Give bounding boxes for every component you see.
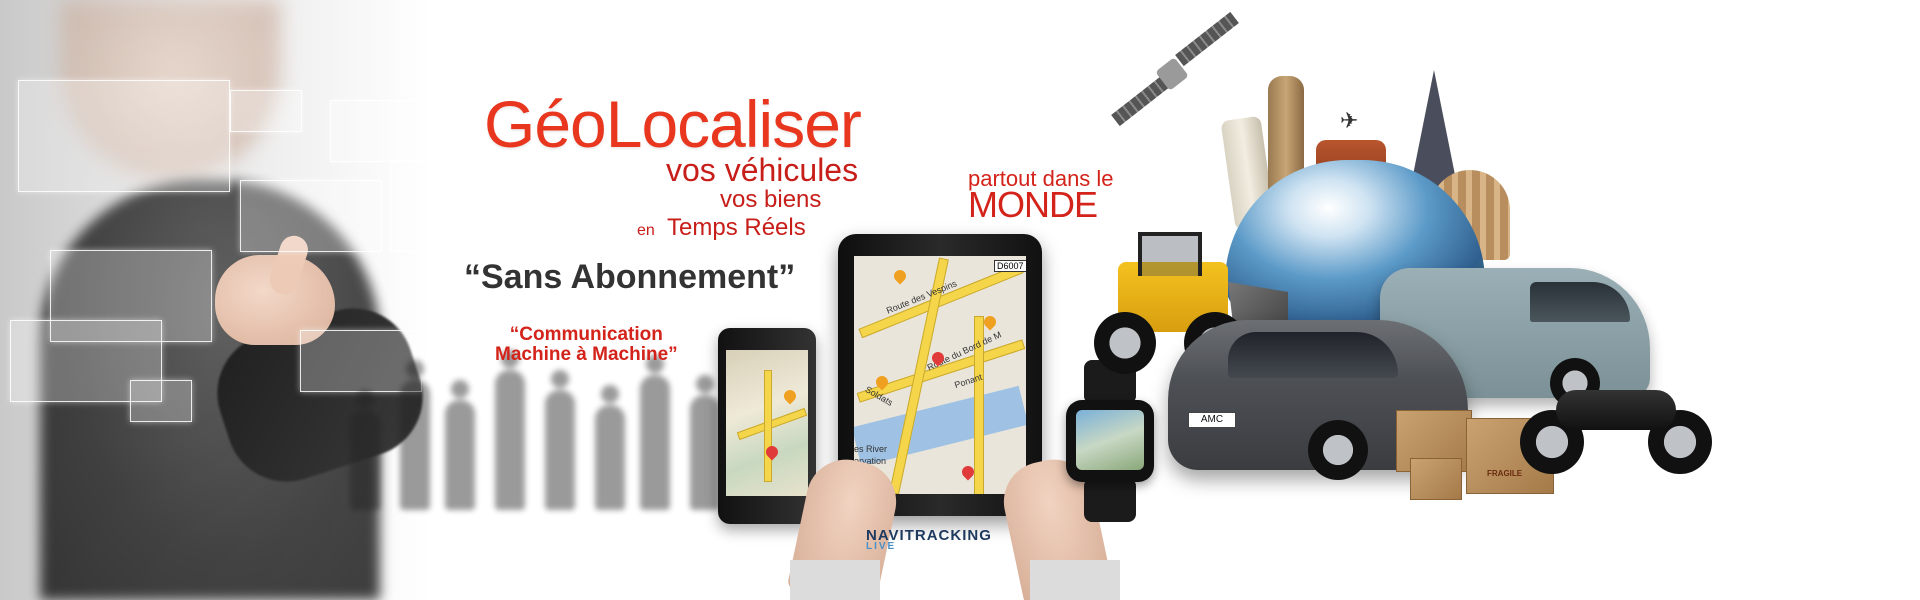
map-road	[764, 370, 772, 482]
watch-face	[1066, 400, 1154, 482]
slogan-no-subscription: “Sans Abonnement”	[464, 258, 796, 296]
tablet-map-screen: D6007 Route des Vespins Route du Bord de…	[854, 256, 1026, 494]
glass-panel	[240, 180, 382, 252]
license-plate: AMC	[1188, 412, 1236, 428]
person-silhouette	[400, 360, 430, 510]
fragile-label: FRAGILE	[1487, 469, 1523, 478]
watch-strap	[1084, 478, 1136, 522]
person-silhouette	[350, 390, 380, 510]
glass-panel	[130, 380, 192, 422]
loader-cab	[1138, 232, 1202, 276]
smartwatch	[1062, 360, 1158, 522]
navitracking-logo-sub: LIVE	[866, 541, 897, 552]
person-silhouette	[495, 350, 525, 510]
headline-realtime: Temps Réels	[667, 214, 806, 241]
parcel-box	[1410, 458, 1462, 500]
headline-realtime-prefix: en	[637, 222, 655, 239]
van-window	[1530, 282, 1630, 322]
glass-panel	[18, 80, 230, 192]
satellite-icon	[1100, 10, 1250, 130]
worldwide-line-2: MONDE	[968, 184, 1098, 225]
hero-banner: GéoLocaliser vos véhicules vos biens en …	[0, 0, 1920, 600]
car-wheel	[1308, 420, 1368, 480]
glass-panel	[390, 160, 572, 252]
watch-map-screen	[1076, 410, 1144, 470]
moto-body	[1556, 390, 1676, 430]
person-silhouette	[445, 380, 475, 510]
headline-vehicles: vos véhicules	[666, 152, 859, 188]
person-silhouette	[690, 375, 720, 510]
motorcycle	[1520, 360, 1720, 480]
map-label: es River	[854, 444, 888, 454]
person-silhouette	[640, 355, 670, 510]
left-sleeve	[790, 560, 880, 600]
m2m-line-1: “Communication	[509, 324, 663, 345]
car-windshield	[1228, 332, 1398, 378]
map-pin-icon	[891, 267, 909, 285]
m2m-tagline: “Communication Machine à Machine”	[495, 325, 678, 365]
loader-wheel	[1094, 312, 1156, 374]
smartphone	[718, 328, 816, 524]
glass-panel	[230, 90, 302, 132]
headline-goods: vos biens	[720, 186, 822, 213]
satellite-panel	[1175, 11, 1239, 67]
map-road	[736, 407, 808, 441]
map-road-badge: D6007	[994, 260, 1026, 272]
person-silhouette	[595, 385, 625, 510]
map-pin-icon	[781, 387, 799, 405]
smartphone-map-screen	[726, 350, 808, 496]
map-pin-icon	[981, 313, 999, 331]
right-sleeve	[1030, 560, 1120, 600]
headline-title: GéoLocaliser	[484, 87, 862, 161]
person-silhouette	[545, 370, 575, 510]
glass-panel	[330, 100, 442, 162]
m2m-line-2: Machine à Machine”	[495, 344, 678, 365]
airplane-icon: ✈	[1340, 108, 1359, 133]
